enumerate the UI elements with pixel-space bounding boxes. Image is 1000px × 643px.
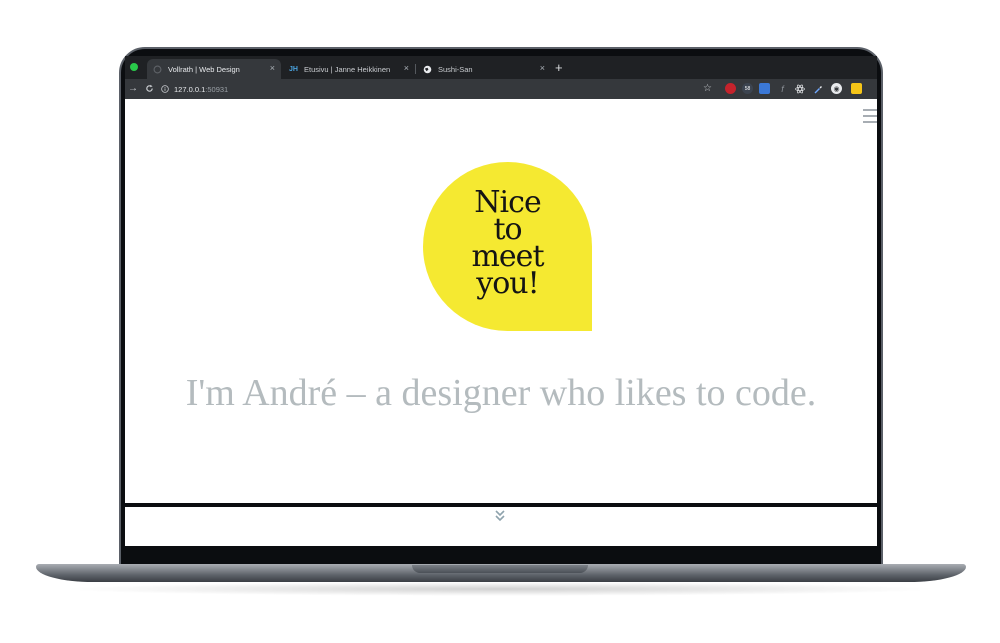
tab-separator [415, 64, 416, 74]
close-icon[interactable]: × [404, 63, 409, 73]
tab-janne-heikkinen[interactable]: JH Etusivu | Janne Heikkinen × [283, 59, 415, 79]
address-bar[interactable]: 127.0.0.1:50931 [161, 82, 721, 96]
tab-vollrath[interactable]: Vollrath | Web Design × [147, 59, 281, 79]
tab-title: Vollrath | Web Design [168, 64, 240, 74]
browser-tab-bar: Vollrath | Web Design × JH Etusivu | Jan… [125, 56, 877, 79]
bubble-line: you! [476, 266, 539, 301]
close-icon[interactable]: × [270, 63, 275, 73]
react-devtools-icon[interactable] [794, 83, 805, 94]
tab-title: Sushi-San [438, 64, 473, 74]
window-control-green[interactable] [130, 63, 138, 71]
new-tab-button[interactable]: + [555, 60, 563, 76]
close-icon[interactable]: × [540, 63, 545, 73]
speech-bubble: Nice to meet you! [423, 162, 592, 331]
laptop-shadow [60, 582, 940, 596]
web-page: Nice to meet you! I'm André – a designer… [125, 99, 877, 546]
page-headline: I'm André – a designer who likes to code… [185, 372, 817, 414]
forward-icon[interactable]: → [128, 82, 138, 96]
extension-badge-icon[interactable]: 58 [742, 83, 753, 94]
laptop-notch [412, 565, 588, 573]
chevron-double-down-icon[interactable] [493, 509, 507, 523]
reload-icon[interactable] [145, 82, 154, 98]
jh-logo-icon: JH [289, 65, 298, 73]
url-port: :50931 [205, 84, 229, 94]
translate-extension-icon[interactable] [759, 83, 770, 94]
info-icon[interactable] [161, 85, 169, 93]
url-host: 127.0.0.1 [174, 84, 206, 94]
mockup-stage: Vollrath | Web Design × JH Etusivu | Jan… [0, 0, 1000, 643]
lock-extension-icon[interactable] [851, 83, 862, 94]
screen-bottom-bezel [125, 503, 877, 507]
font-extension-icon[interactable]: f [777, 83, 788, 94]
loading-icon [153, 65, 162, 74]
browser-toolbar: → 127.0.0.1:50931 ☆ 58 f ◉ [125, 79, 877, 99]
tab-sushi-san[interactable]: Sushi-San × [417, 59, 551, 79]
adblock-extension-icon[interactable] [725, 83, 736, 94]
bookmark-star-icon[interactable]: ☆ [703, 82, 712, 96]
bubble-text: Nice to meet you! [423, 188, 592, 301]
laptop-screen: Vollrath | Web Design × JH Etusivu | Jan… [125, 56, 877, 546]
profile-avatar-icon[interactable]: ◉ [831, 83, 842, 94]
tab-title: Etusivu | Janne Heikkinen [304, 64, 391, 74]
color-picker-icon[interactable] [812, 83, 823, 94]
globe-icon [423, 65, 432, 74]
hamburger-menu-icon[interactable] [863, 109, 877, 123]
